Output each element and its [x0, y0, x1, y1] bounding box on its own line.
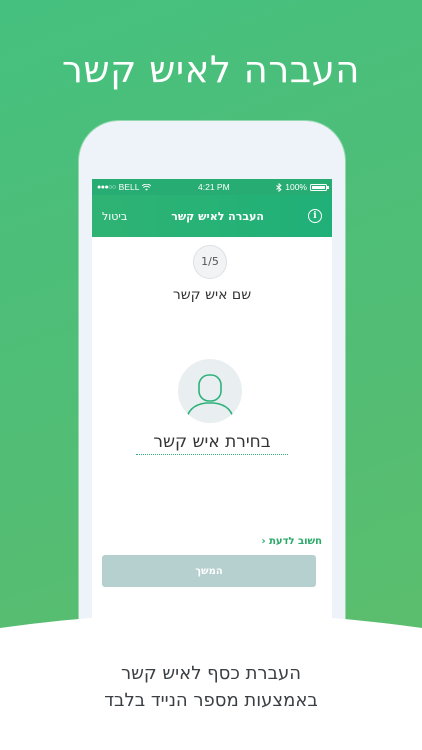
cancel-button[interactable]: ביטול: [102, 210, 127, 223]
contact-avatar-icon[interactable]: [178, 359, 242, 423]
phone-screen: ●●●○○ BELL 4:21 PM 100% ביטול העברה לאיש…: [92, 179, 332, 721]
caption-line-1: העברת כסף לאיש קשר: [120, 663, 302, 684]
choose-contact-link[interactable]: בחירת איש קשר: [136, 432, 288, 455]
status-time: 4:21 PM: [198, 182, 230, 192]
caption-line-2: באמצעות מספר הנייד בלבד: [104, 690, 318, 711]
field-title: שם איש קשר: [172, 287, 252, 303]
nav-bar: ביטול העברה לאיש קשר i: [92, 195, 332, 237]
step-indicator: 1/5: [193, 245, 227, 279]
bluetooth-icon: [276, 182, 282, 192]
important-info-link[interactable]: חשוב לדעת ‹: [262, 536, 323, 547]
battery-percent: 100%: [285, 182, 307, 192]
nav-title: העברה לאיש קשר: [171, 209, 264, 223]
page-headline: העברה לאיש קשר: [62, 48, 360, 91]
status-bar: ●●●○○ BELL 4:21 PM 100%: [92, 179, 332, 195]
phone-frame: ●●●○○ BELL 4:21 PM 100% ביטול העברה לאיש…: [79, 121, 345, 721]
info-icon[interactable]: i: [307, 209, 322, 223]
signal-strength-icon: ●●●○○: [97, 183, 116, 191]
battery-icon: [310, 183, 329, 191]
continue-button[interactable]: המשך: [102, 555, 316, 587]
carrier-name: BELL: [118, 182, 140, 192]
wifi-icon: [142, 183, 152, 191]
